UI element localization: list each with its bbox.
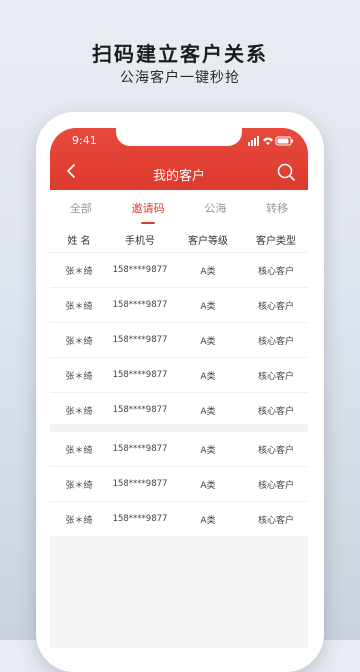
customer-list-1: 张＊绮 158****9877 A类 核心客户 张＊绮 158****9877 A类 核心客… bbox=[50, 253, 308, 428]
signal-icon bbox=[248, 142, 250, 146]
header-type: 客户类型 bbox=[256, 235, 296, 247]
list-bottom-area bbox=[50, 536, 308, 648]
tab-transfer[interactable]: 转移 bbox=[262, 194, 292, 222]
customer-list-2: 张＊绮 158****9877 A类 核心客户 张＊绮 158****9877 A类 核心客… bbox=[50, 432, 308, 537]
app-screen: 9:41 我的客户 全部 邀请码 公海 转移 姓 名 手机号 客户等级 客户类型 bbox=[50, 128, 308, 648]
table-row[interactable]: 张＊绮 158****9877 A类 核心客户 bbox=[50, 393, 308, 428]
app-header: 9:41 我的客户 bbox=[50, 128, 308, 190]
header-level: 客户等级 bbox=[188, 235, 228, 247]
wifi-icon bbox=[263, 137, 273, 145]
phone-notch bbox=[116, 128, 242, 146]
table-row[interactable]: 张＊绮 158****9877 A类 核心客户 bbox=[50, 502, 308, 537]
header-name: 姓 名 bbox=[67, 235, 91, 247]
search-icon[interactable] bbox=[276, 162, 296, 182]
tab-invite-code[interactable]: 邀请码 bbox=[128, 194, 169, 224]
promo-title: 扫码建立客户关系 bbox=[92, 42, 268, 66]
group-divider bbox=[50, 424, 308, 432]
page-title: 我的客户 bbox=[152, 169, 205, 184]
promo-subtitle: 公海客户一键秒抢 bbox=[120, 70, 240, 86]
table-row[interactable]: 张＊绮 158****9877 A类 核心客户 bbox=[50, 467, 308, 502]
status-time: 9:41 bbox=[72, 134, 97, 147]
table-row[interactable]: 张＊绮 158****9877 A类 核心客户 bbox=[50, 358, 308, 393]
table-header: 姓 名 手机号 客户等级 客户类型 bbox=[50, 226, 308, 253]
status-icons bbox=[248, 136, 293, 146]
table-row[interactable]: 张＊绮 158****9877 A类 核心客户 bbox=[50, 253, 308, 288]
tab-public-pool[interactable]: 公海 bbox=[200, 194, 230, 222]
tab-bar: 全部 邀请码 公海 转移 bbox=[50, 190, 308, 226]
table-row[interactable]: 张＊绮 158****9877 A类 核心客户 bbox=[50, 432, 308, 467]
table-row[interactable]: 张＊绮 158****9877 A类 核心客户 bbox=[50, 288, 308, 323]
tab-all[interactable]: 全部 bbox=[66, 194, 96, 222]
table-row[interactable]: 张＊绮 158****9877 A类 核心客户 bbox=[50, 323, 308, 358]
header-phone: 手机号 bbox=[125, 235, 155, 247]
